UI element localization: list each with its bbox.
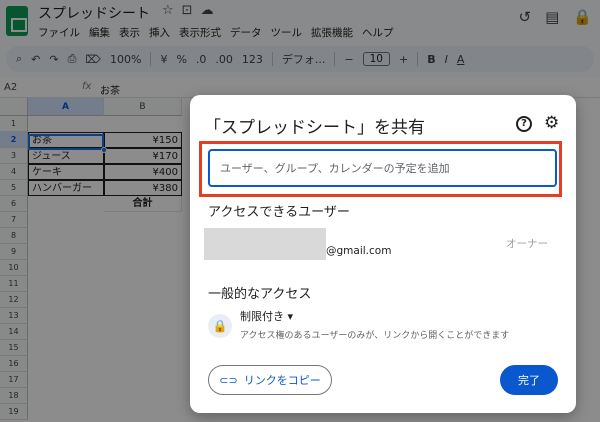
redacted-user-info xyxy=(204,228,326,260)
people-with-access-heading: アクセスできるユーザー xyxy=(208,205,350,220)
done-button[interactable]: 完了 xyxy=(500,365,558,395)
user-email: @gmail.com xyxy=(326,245,392,257)
dialog-title: 「スプレッドシート」を共有 xyxy=(204,118,425,138)
access-level-label: 制限付き xyxy=(240,310,284,323)
owner-role-label: オーナー xyxy=(506,238,548,250)
general-access-heading: 一般的なアクセス xyxy=(208,287,312,302)
chevron-down-icon: ▾ xyxy=(287,310,294,323)
share-dialog: 「スプレッドシート」を共有 ? ⚙ アクセスできるユーザー @gmail.com… xyxy=(190,95,576,413)
add-people-input[interactable] xyxy=(208,149,557,187)
access-description: アクセス権のあるユーザーのみが、リンクから開くことができます xyxy=(240,331,510,341)
link-icon: ⊂⊃ xyxy=(219,373,238,387)
lock-icon: 🔒 xyxy=(208,314,232,338)
help-icon[interactable]: ? xyxy=(516,116,532,132)
copy-link-button[interactable]: ⊂⊃ リンクをコピー xyxy=(208,365,332,395)
general-access-select[interactable]: 制限付き ▾ xyxy=(240,308,293,324)
copy-link-label: リンクをコピー xyxy=(243,374,321,387)
gear-icon[interactable]: ⚙ xyxy=(544,113,559,133)
